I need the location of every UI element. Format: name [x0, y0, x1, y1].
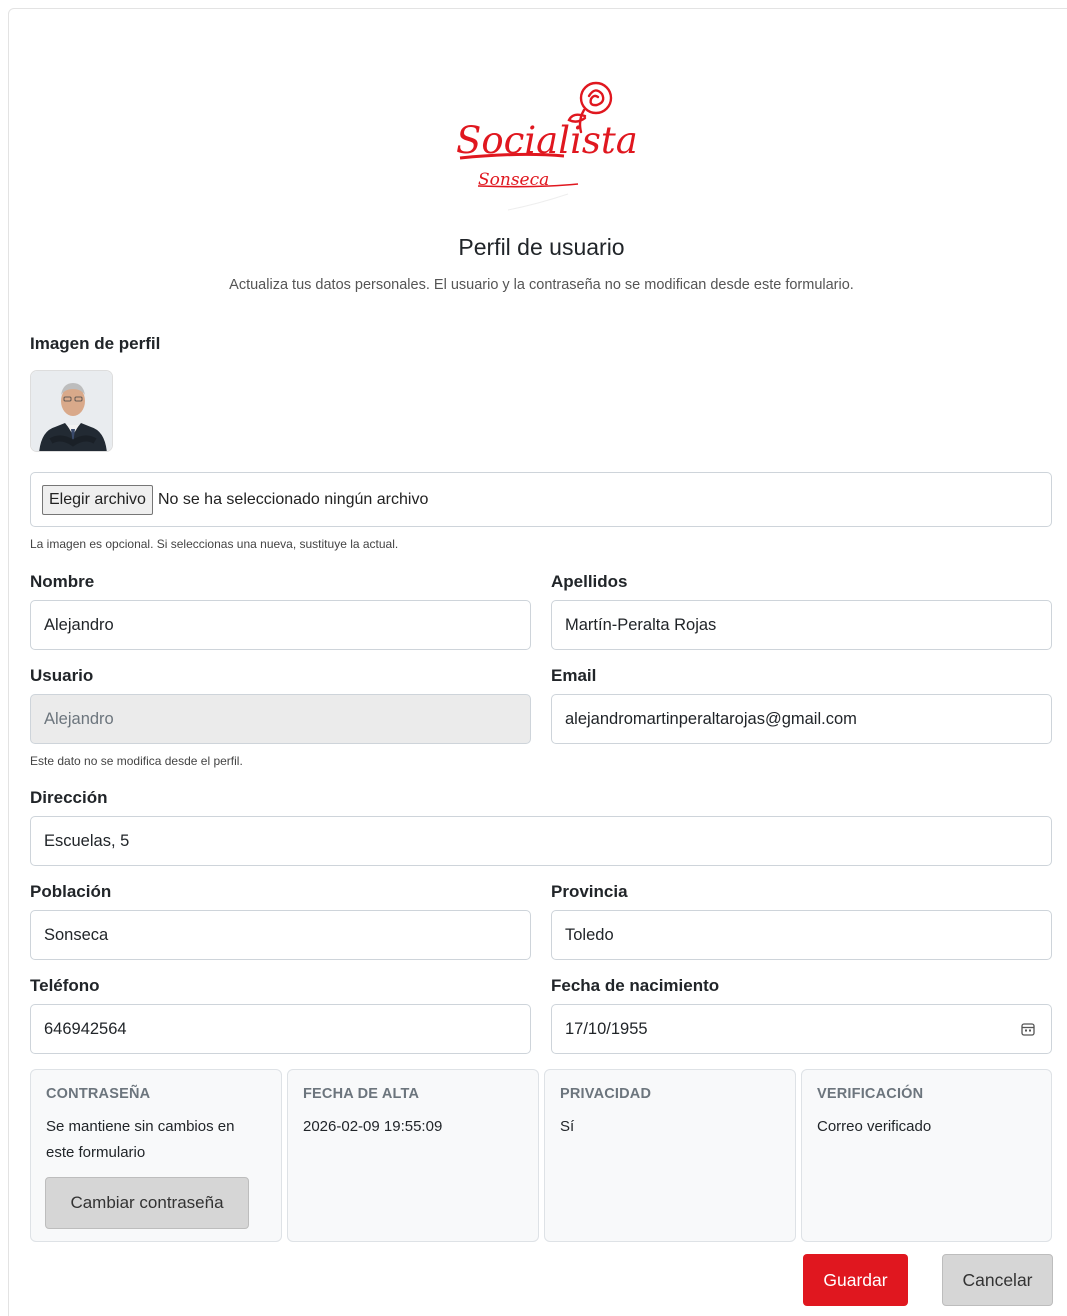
verificacion-value: Correo verificado — [817, 1118, 932, 1135]
direccion-field[interactable]: Escuelas, 5 — [30, 816, 1052, 866]
password-card: CONTRASEÑA Se mantiene sin cambios en es… — [30, 1069, 282, 1242]
choose-file-button[interactable]: Elegir archivo — [42, 484, 153, 515]
file-status: No se ha seleccionado ningún archivo — [157, 490, 429, 508]
usuario-value: Alejandro — [44, 709, 114, 728]
page-subtitle: Actualiza tus datos personales. El usuar… — [229, 277, 854, 293]
nombre-value: Alejandro — [44, 615, 114, 634]
fecha-nacimiento-value: 17/10/1955 — [565, 1019, 648, 1038]
page-title: Perfil de usuario — [458, 234, 625, 260]
apellidos-field[interactable]: Martín-Peralta Rojas — [551, 600, 1052, 650]
calendar-icon[interactable] — [1021, 1022, 1035, 1036]
telefono-field[interactable]: 646942564 — [30, 1004, 531, 1054]
password-value: Se mantiene sin cambios en este formular… — [46, 1118, 235, 1161]
save-button[interactable]: Guardar — [803, 1254, 908, 1306]
logo-wordmark: Socialistas — [456, 119, 638, 162]
avatar — [30, 370, 113, 452]
nombre-label: Nombre — [30, 572, 95, 591]
usuario-help-text: Este dato no se modifica desde el perfil… — [30, 754, 243, 768]
telefono-value: 646942564 — [44, 1019, 127, 1038]
email-field[interactable]: alejandromartinperaltarojas@gmail.com — [551, 694, 1052, 744]
direccion-label: Dirección — [30, 788, 108, 807]
fecha-nacimiento-field[interactable]: 17/10/1955 — [551, 1004, 1052, 1054]
provincia-value: Toledo — [565, 925, 614, 944]
privacidad-title: PRIVACIDAD — [560, 1086, 652, 1102]
apellidos-value: Martín-Peralta Rojas — [565, 615, 717, 634]
verificacion-card: VERIFICACIÓN Correo verificado — [801, 1069, 1052, 1242]
poblacion-label: Población — [30, 882, 112, 901]
verificacion-title: VERIFICACIÓN — [817, 1086, 924, 1102]
socialistas-sonseca-logo: Socialistas Sonseca — [456, 81, 638, 211]
privacidad-card: PRIVACIDAD Sí — [544, 1069, 796, 1242]
fecha-alta-card: FECHA DE ALTA 2026-02-09 19:55:09 — [287, 1069, 539, 1242]
fecha-nacimiento-label: Fecha de nacimiento — [551, 976, 720, 995]
fecha-alta-title: FECHA DE ALTA — [303, 1086, 420, 1102]
email-label: Email — [551, 666, 597, 685]
telefono-label: Teléfono — [30, 976, 100, 995]
privacidad-value: Sí — [560, 1118, 575, 1135]
poblacion-value: Sonseca — [44, 925, 109, 944]
email-value: alejandromartinperaltarojas@gmail.com — [565, 709, 857, 728]
password-title: CONTRASEÑA — [46, 1086, 151, 1102]
image-help-text: La imagen es opcional. Si seleccionas un… — [30, 537, 399, 551]
poblacion-field[interactable]: Sonseca — [30, 910, 531, 960]
nombre-field[interactable]: Alejandro — [30, 600, 531, 650]
file-input[interactable]: Elegir archivo No se ha seleccionado nin… — [30, 472, 1052, 527]
profile-image-label: Imagen de perfil — [30, 334, 161, 353]
provincia-field[interactable]: Toledo — [551, 910, 1052, 960]
provincia-label: Provincia — [551, 882, 628, 901]
direccion-value: Escuelas, 5 — [44, 831, 130, 850]
usuario-field: Alejandro — [30, 694, 531, 744]
usuario-label: Usuario — [30, 666, 94, 685]
apellidos-label: Apellidos — [551, 572, 628, 591]
change-password-button[interactable]: Cambiar contraseña — [45, 1177, 249, 1229]
cancel-button[interactable]: Cancelar — [942, 1254, 1053, 1306]
fecha-alta-value: 2026-02-09 19:55:09 — [303, 1118, 443, 1135]
